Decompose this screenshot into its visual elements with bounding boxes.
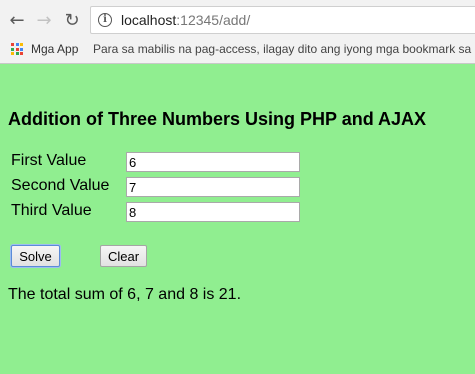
url-host: localhost [121,12,177,28]
first-value-label: First Value [11,152,87,169]
reload-icon[interactable]: ↻ [61,9,83,31]
bookmarks-bar: Mga App Para sa mabilis na pag-access, i… [0,38,475,62]
bookmarks-hint: Para sa mabilis na pag-access, ilagay di… [93,42,475,56]
first-value-input[interactable] [126,152,300,172]
clear-button[interactable]: Clear [100,245,147,267]
url-path: :12345/add/ [176,12,251,28]
second-value-label: Second Value [11,177,110,194]
address-bar[interactable]: i localhost:12345/add/ [90,6,475,34]
page-title: Addition of Three Numbers Using PHP and … [8,109,427,129]
browser-toolbar: ← → ↻ i localhost:12345/add/ Mga App Par… [0,0,475,64]
apps-grid-icon[interactable] [11,43,23,55]
apps-link[interactable]: Mga App [31,42,78,56]
solve-button[interactable]: Solve [11,245,60,267]
info-icon[interactable]: i [98,13,112,27]
second-value-input[interactable] [126,177,300,197]
third-value-input[interactable] [126,202,300,222]
third-value-label: Third Value [11,202,92,219]
back-arrow-icon[interactable]: ← [6,9,28,31]
url-text: localhost:12345/add/ [121,12,250,28]
forward-arrow-icon[interactable]: → [33,9,55,31]
result-text: The total sum of 6, 7 and 8 is 21. [8,286,242,303]
